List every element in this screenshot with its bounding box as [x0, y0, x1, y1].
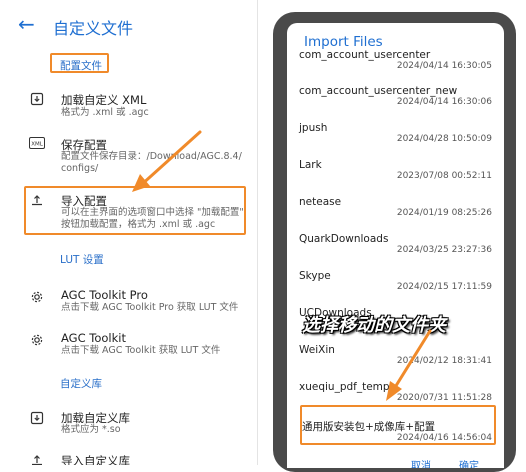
file-name: xueqiu_pdf_temp: [299, 381, 390, 393]
agc-toolkit-item[interactable]: AGC Toolkit 点击下载 AGC Toolkit 获取 LUT 文件: [0, 331, 257, 363]
page-title: 自定义文件: [53, 19, 134, 38]
file-item[interactable]: Lark 2023/07/08 00:52:11: [287, 159, 504, 183]
file-date: 2024/04/16 14:56:04: [396, 433, 492, 443]
agc-toolkit-pro-item[interactable]: AGC Toolkit Pro 点击下载 AGC Toolkit Pro 获取 …: [0, 288, 257, 320]
file-name: QuarkDownloads: [299, 233, 389, 245]
xml-icon: XML: [28, 137, 46, 155]
item-subtitle-2: configs/: [61, 163, 99, 174]
item-subtitle-2: 按钮加载配置，格式为 .xml 或 .agc: [61, 219, 216, 230]
item-title: AGC Toolkit: [61, 331, 126, 345]
file-item[interactable]: netease 2024/01/19 08:25:26: [287, 196, 504, 220]
file-date: 2024/04/14 16:30:05: [396, 61, 492, 71]
file-date: 2023/07/08 00:52:11: [396, 171, 492, 181]
file-date: 2024/01/19 08:25:26: [396, 208, 492, 218]
import-config-item[interactable]: 导入配置 可以在主界面的选项窗口中选择 "加载配置" 按钮加载配置，格式为 .x…: [0, 192, 257, 234]
pointer-arrow: [386, 329, 432, 401]
app-bar: ← 自定义文件: [0, 0, 257, 50]
upload-icon: [28, 453, 46, 465]
upload-icon: [28, 193, 46, 211]
load-lib-item[interactable]: 加载自定义库 格式应为 *.so: [0, 410, 257, 442]
file-name: Lark: [299, 159, 322, 171]
dialog-title: Import Files: [304, 34, 383, 50]
file-date: 2024/02/15 17:11:59: [396, 282, 492, 292]
file-date: 2024/04/14 16:30:06: [396, 97, 492, 107]
file-name: WeiXin: [299, 344, 335, 356]
gear-icon: [28, 290, 46, 308]
file-name: com_account_usercenter_new: [299, 85, 458, 97]
file-name: Skype: [299, 270, 331, 282]
pointer-arrow: [132, 130, 202, 192]
import-lib-item[interactable]: 导入自定义库: [0, 452, 257, 465]
item-subtitle: 点击下载 AGC Toolkit 获取 LUT 文件: [61, 345, 221, 356]
confirm-button[interactable]: 确定: [459, 457, 479, 468]
file-name: com_account_usercenter: [299, 49, 431, 61]
file-name: netease: [299, 196, 342, 208]
file-item[interactable]: Skype 2024/02/15 17:11:59: [287, 270, 504, 294]
item-subtitle: 可以在主界面的选项窗口中选择 "加载配置": [61, 207, 244, 218]
settings-panel: ← 自定义文件 配置文件 加载自定义 XML 格式为 .xml 或 .agc X…: [0, 0, 258, 465]
file-name: 通用版安装包+成像库+配置: [302, 421, 436, 433]
item-subtitle: 格式为 .xml 或 .agc: [61, 107, 149, 118]
item-title: 加载自定义 XML: [61, 93, 147, 107]
download-icon: [28, 92, 46, 110]
file-item[interactable]: com_account_usercenter_new 2024/04/14 16…: [287, 85, 504, 109]
file-item[interactable]: com_account_usercenter 2024/04/14 16:30:…: [287, 49, 504, 73]
file-date: 2024/03/25 23:27:36: [396, 245, 492, 255]
item-title: 导入自定义库: [61, 454, 130, 465]
file-item-selected[interactable]: 通用版安装包+成像库+配置 2024/04/16 14:56:04: [287, 419, 504, 447]
section-lut-label: LUT 设置: [60, 254, 104, 266]
gear-icon: [28, 333, 46, 351]
file-date: 2024/04/28 10:50:09: [396, 134, 492, 144]
file-name: jpush: [299, 122, 328, 134]
item-title: AGC Toolkit Pro: [61, 288, 148, 302]
file-item[interactable]: QuarkDownloads 2024/03/25 23:27:36: [287, 233, 504, 257]
file-item[interactable]: jpush 2024/04/28 10:50:09: [287, 122, 504, 146]
load-xml-item[interactable]: 加载自定义 XML 格式为 .xml 或 .agc: [0, 90, 257, 130]
section-lib-label: 自定义库: [60, 378, 102, 390]
cancel-button[interactable]: 取消: [411, 457, 431, 468]
section-config-label: 配置文件: [60, 60, 102, 72]
download-icon: [28, 411, 46, 429]
item-subtitle: 格式应为 *.so: [61, 424, 121, 435]
item-subtitle: 点击下载 AGC Toolkit Pro 获取 LUT 文件: [61, 302, 239, 313]
svg-text:XML: XML: [31, 142, 44, 148]
arrow-left-icon[interactable]: ←: [18, 14, 38, 34]
